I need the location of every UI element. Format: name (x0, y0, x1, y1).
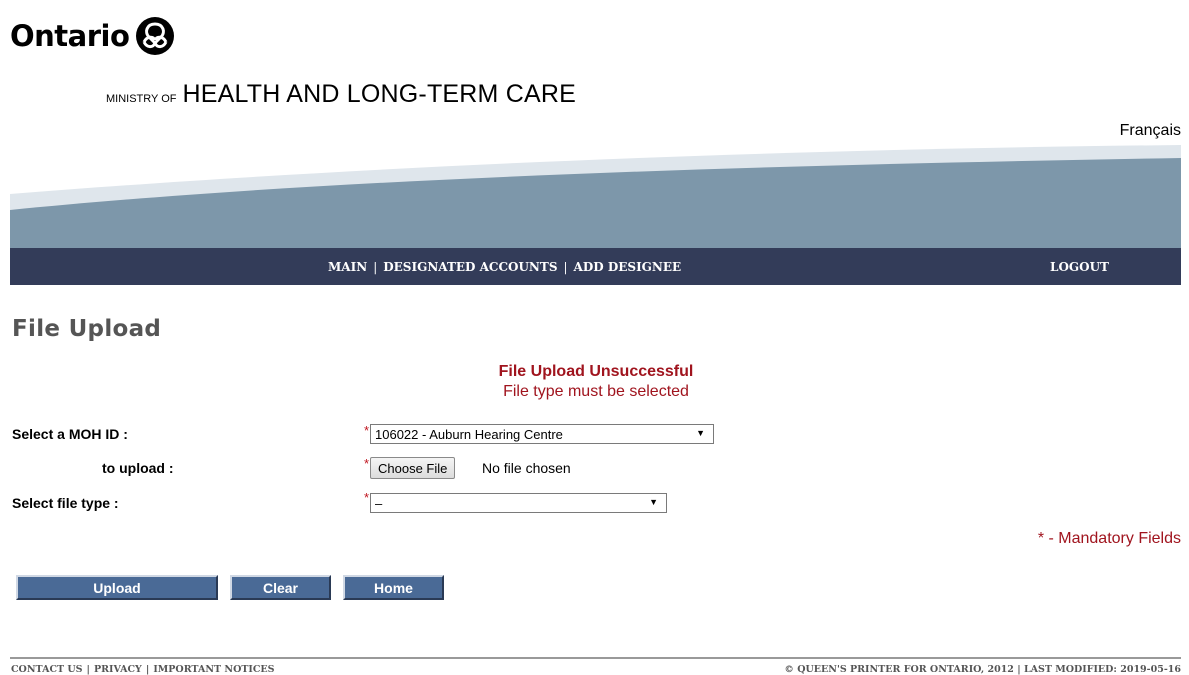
footer-separator: | (86, 664, 90, 675)
footer-contact-us-link[interactable]: CONTACT US (11, 664, 83, 675)
logout-link[interactable]: LOGOUT (1050, 248, 1109, 285)
moh-id-label: Select a MOH ID : (12, 426, 128, 442)
nav-designated-accounts-link[interactable]: DESIGNATED ACCOUNTS (383, 260, 557, 274)
moh-id-select[interactable]: 106022 - Auburn Hearing Centre ▼ (370, 424, 714, 444)
nav-add-designee-link[interactable]: ADD DESIGNEE (574, 260, 682, 274)
home-button[interactable]: Home (343, 575, 444, 600)
footer-important-notices-link[interactable]: IMPORTANT NOTICES (153, 664, 274, 675)
file-type-select[interactable]: – ▼ (370, 493, 667, 513)
error-message: File Upload Unsuccessful File type must … (484, 362, 708, 402)
language-toggle-link[interactable]: Français (1120, 122, 1181, 140)
page-title: File Upload (12, 316, 162, 342)
logo-wordmark: Ontario (10, 19, 130, 53)
footer-privacy-link[interactable]: PRIVACY (94, 664, 142, 675)
chevron-down-icon: ▼ (696, 428, 705, 438)
nav-links: MAIN | DESIGNATED ACCOUNTS | ADD DESIGNE… (328, 248, 681, 285)
ontario-trillium-icon (136, 17, 175, 55)
file-status-text: No file chosen (482, 460, 571, 476)
header-swoosh-banner (10, 145, 1181, 248)
upload-button[interactable]: Upload (16, 575, 218, 600)
footer-copyright: © QUEEN'S PRINTER FOR ONTARIO, 2012 | LA… (784, 664, 1181, 675)
main-navigation-bar: MAIN | DESIGNATED ACCOUNTS | ADD DESIGNE… (10, 248, 1181, 285)
file-type-label: Select file type : (12, 495, 119, 511)
footer-separator: | (145, 664, 150, 675)
footer-links: CONTACT US | PRIVACY | IMPORTANT NOTICES (11, 664, 279, 675)
moh-id-selected-value: 106022 - Auburn Hearing Centre (375, 426, 563, 442)
required-marker: * (364, 423, 370, 438)
clear-button[interactable]: Clear (230, 575, 331, 600)
chevron-down-icon: ▼ (649, 497, 658, 507)
ontario-logo[interactable]: Ontario (10, 14, 175, 58)
ministry-name: HEALTH AND LONG-TERM CARE (182, 80, 576, 108)
footer-divider (10, 657, 1181, 659)
mandatory-fields-note: * - Mandatory Fields (1037, 530, 1181, 547)
error-message-title: File Upload Unsuccessful (498, 363, 694, 380)
nav-separator: | (563, 259, 568, 274)
required-marker: * (364, 456, 370, 471)
file-type-selected-value: – (375, 495, 383, 511)
error-message-detail: File type must be selected (503, 383, 689, 400)
nav-main-link[interactable]: MAIN (328, 260, 367, 274)
choose-file-button[interactable]: Choose File (370, 457, 456, 479)
ministry-prefix: MINISTRY OF (106, 93, 177, 105)
file-upload-label: to upload : (102, 460, 174, 476)
required-marker: * (364, 490, 370, 505)
ministry-title: MINISTRY OF HEALTH AND LONG-TERM CARE (106, 80, 576, 109)
nav-separator: | (373, 259, 378, 274)
